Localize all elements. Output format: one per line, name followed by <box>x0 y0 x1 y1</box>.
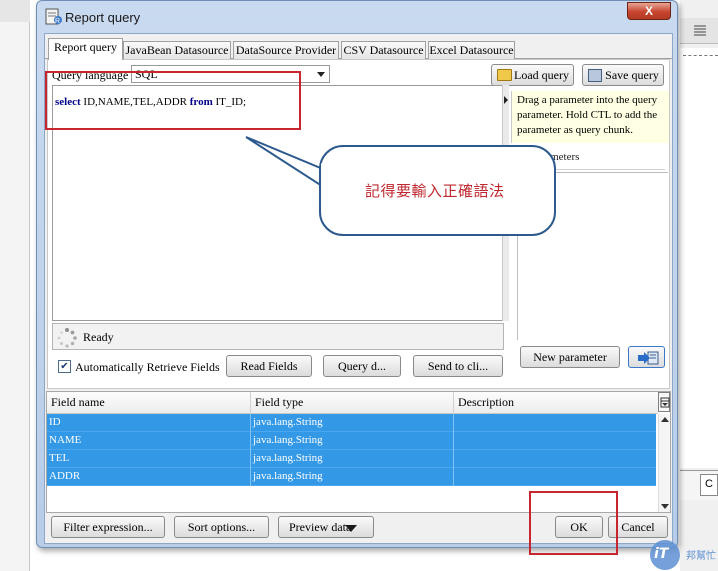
chevron-down-icon <box>317 72 325 77</box>
sql-highlight-box <box>45 71 301 130</box>
report-app-icon: R <box>45 8 62 25</box>
column-header-field-name[interactable]: Field name <box>47 392 251 414</box>
scroll-up-icon[interactable] <box>661 417 669 422</box>
add-parameter-to-query-button[interactable] <box>628 346 665 368</box>
triangle-down-icon <box>345 525 357 532</box>
field-name-cell[interactable]: TEL <box>47 450 251 468</box>
parameter-hint: Drag a parameter into the query paramete… <box>511 91 669 143</box>
close-button[interactable]: X <box>627 2 671 20</box>
callout-bubble: 記得要輸入正確語法 <box>319 145 556 236</box>
field-type-cell[interactable]: java.lang.String <box>251 468 454 486</box>
column-header-description[interactable]: Description <box>454 392 658 414</box>
preview-data-button[interactable]: Preview data <box>278 516 374 538</box>
tab-datasource-provider[interactable]: DataSource Provider <box>233 41 339 59</box>
auto-retrieve-label: Automatically Retrieve Fields <box>75 360 220 374</box>
status-text: Ready <box>83 330 114 344</box>
fields-table-header: Field name Field type Description <box>47 392 658 414</box>
table-row[interactable]: NAME java.lang.String <box>47 432 656 450</box>
status-bar: Ready <box>52 323 504 350</box>
background-margin-line <box>683 55 718 56</box>
tab-javabean-datasource[interactable]: JavaBean Datasource <box>123 41 231 59</box>
scroll-down-icon[interactable] <box>661 504 669 509</box>
sort-options-button[interactable]: Sort options... <box>174 516 269 538</box>
field-name-cell[interactable]: NAME <box>47 432 251 450</box>
load-query-button[interactable]: Load query <box>491 64 574 86</box>
background-left-panel <box>0 0 30 571</box>
tab-bar: Report query JavaBean Datasource DataSou… <box>45 38 672 60</box>
table-row[interactable]: ID java.lang.String <box>47 414 656 432</box>
field-name-cell[interactable]: ADDR <box>47 468 251 486</box>
align-icon <box>694 25 706 36</box>
description-cell[interactable] <box>454 450 656 468</box>
background-right-toolbar <box>680 18 718 44</box>
watermark-logo: iT 邦幫忙 <box>648 530 718 571</box>
tab-csv-datasource[interactable]: CSV Datasource <box>341 41 426 59</box>
table-row[interactable]: TEL java.lang.String <box>47 450 656 468</box>
arrow-right-icon <box>638 351 659 365</box>
save-query-label: Save query <box>605 68 659 82</box>
field-name-cell[interactable]: ID <box>47 414 251 432</box>
table-row[interactable]: ADDR java.lang.String <box>47 468 656 486</box>
ok-highlight-box <box>529 491 618 555</box>
tab-excel-datasource[interactable]: Excel Datasource <box>428 41 515 59</box>
watermark-sub-text: 邦幫忙 <box>686 551 716 562</box>
column-header-field-type[interactable]: Field type <box>251 392 454 414</box>
dialog-title: Report query <box>65 10 141 25</box>
table-menu-icon <box>660 397 670 408</box>
load-query-label: Load query <box>514 68 569 82</box>
field-type-cell[interactable]: java.lang.String <box>251 414 454 432</box>
filter-expression-button[interactable]: Filter expression... <box>51 516 165 538</box>
title-bar[interactable]: R Report query X <box>37 1 677 31</box>
description-cell[interactable] <box>454 432 656 450</box>
svg-text:R: R <box>55 18 60 25</box>
close-icon: X <box>644 4 653 18</box>
auto-retrieve-checkbox[interactable]: ✔ <box>58 360 71 373</box>
preview-data-label: Preview data <box>289 520 352 534</box>
save-icon <box>588 69 602 82</box>
background-control[interactable]: C <box>700 474 718 496</box>
field-type-cell[interactable]: java.lang.String <box>251 432 454 450</box>
field-type-cell[interactable]: java.lang.String <box>251 450 454 468</box>
callout-text: 記得要輸入正確語法 <box>365 182 505 200</box>
save-query-button[interactable]: Save query <box>582 64 664 86</box>
background-left-toolbar <box>0 0 30 22</box>
background-editor-area <box>680 48 718 468</box>
collapse-arrow-icon[interactable] <box>504 96 508 104</box>
spinner-icon <box>57 328 77 348</box>
table-scrollbar[interactable] <box>658 414 670 512</box>
folder-icon <box>497 69 512 81</box>
watermark-logo-text: iT <box>654 546 669 562</box>
new-parameter-button[interactable]: New parameter <box>520 346 620 368</box>
send-to-clipboard-button[interactable]: Send to cli... <box>413 355 503 377</box>
tab-report-query[interactable]: Report query <box>48 38 123 60</box>
read-fields-button[interactable]: Read Fields <box>226 355 312 377</box>
query-designer-button[interactable]: Query d... <box>323 355 401 377</box>
description-cell[interactable] <box>454 414 656 432</box>
column-menu-button[interactable] <box>658 392 670 412</box>
description-cell[interactable] <box>454 468 656 486</box>
